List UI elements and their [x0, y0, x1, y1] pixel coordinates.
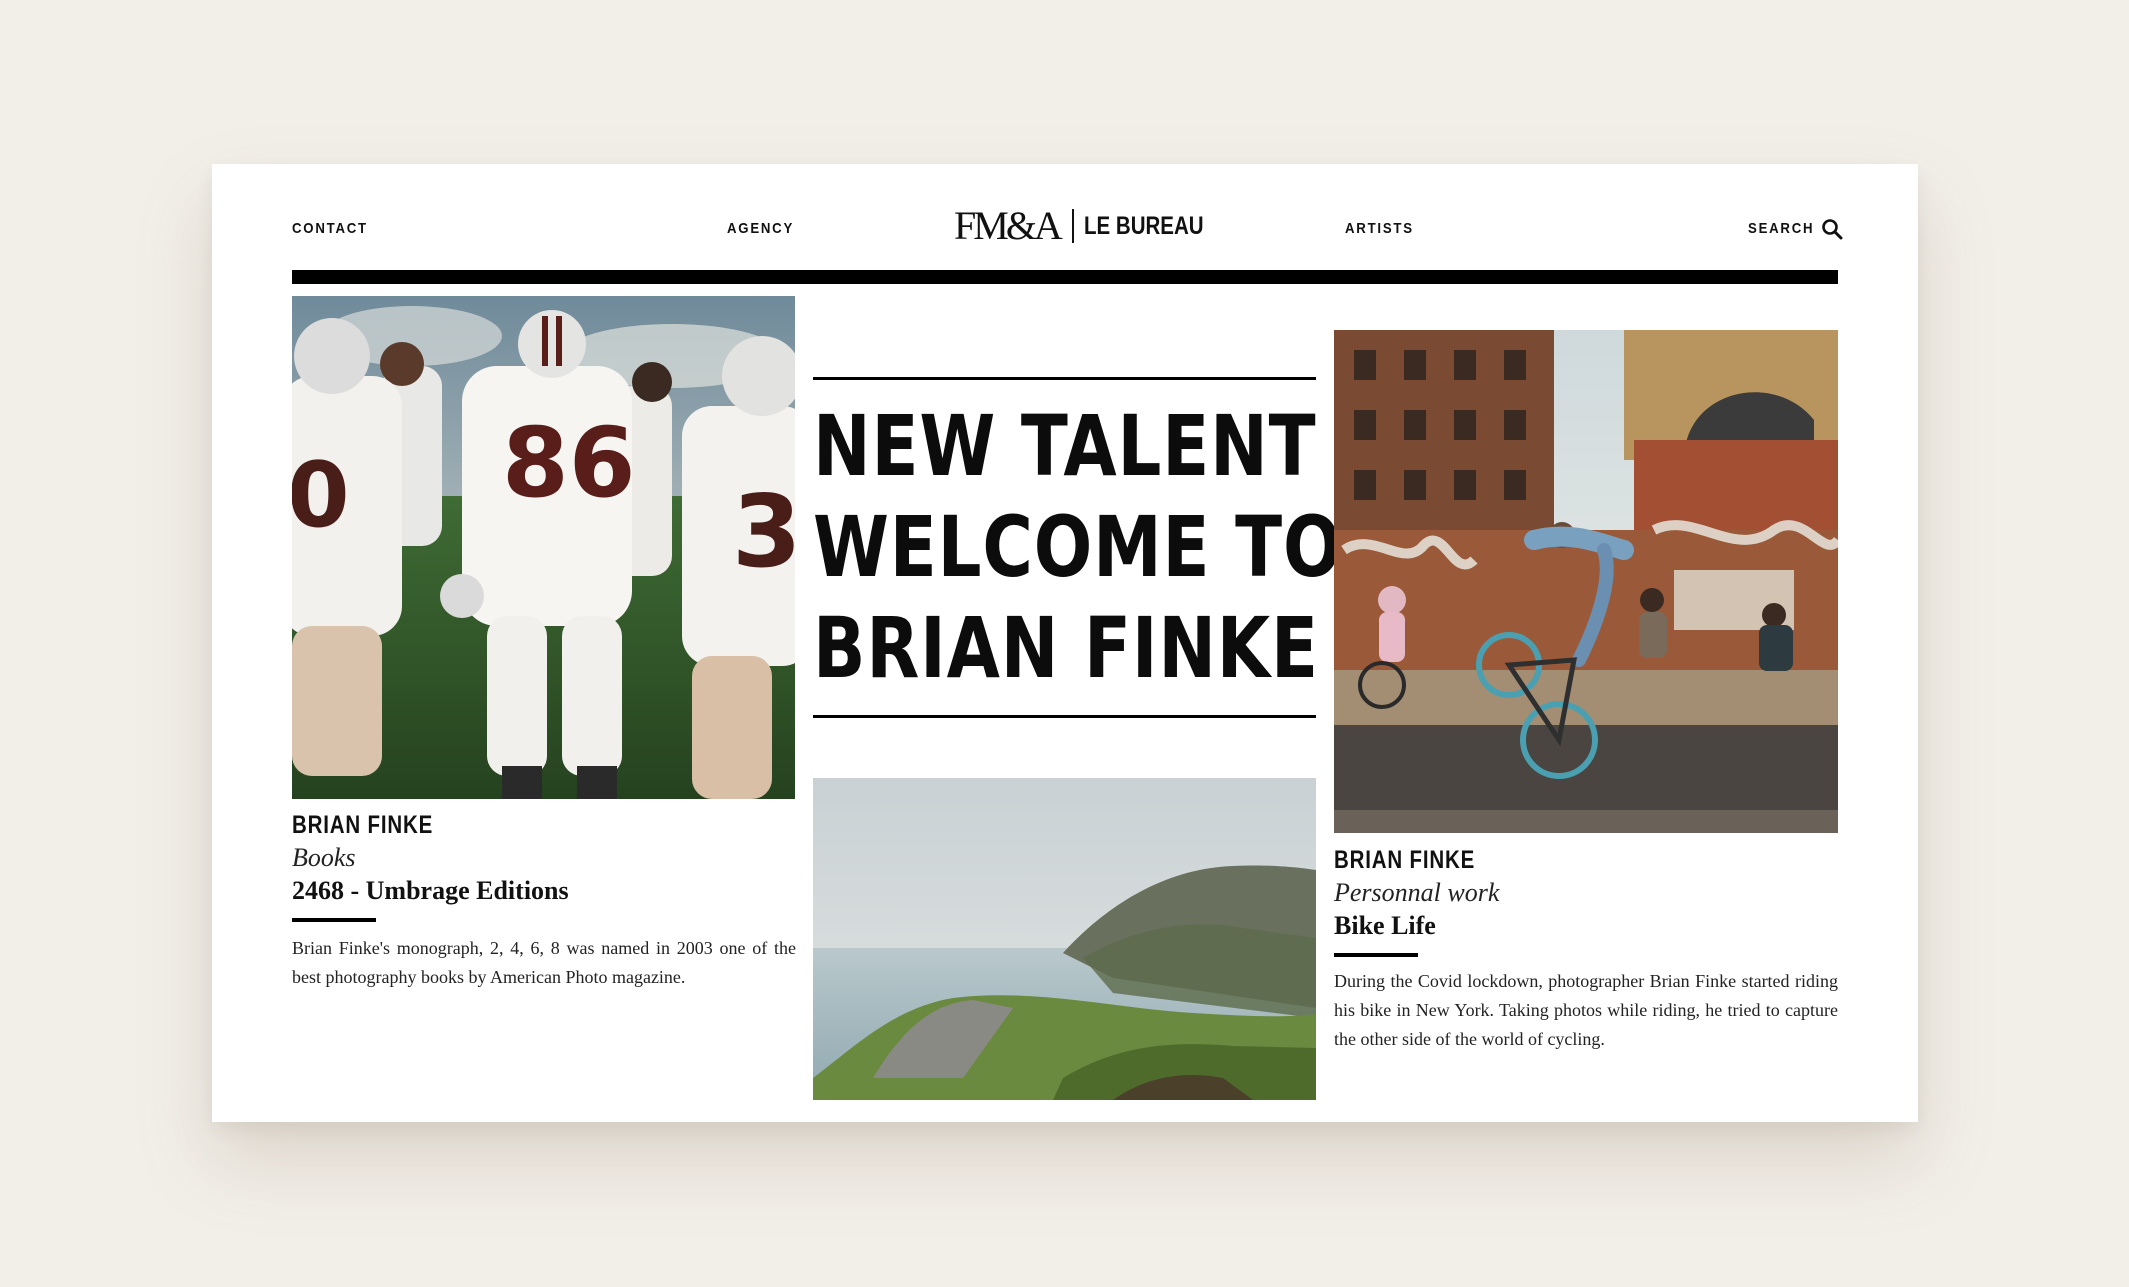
svg-text:3: 3 [732, 473, 795, 590]
right-category: Personnal work [1334, 878, 1500, 907]
left-project-title[interactable]: 2468 - Umbrage Editions [292, 876, 569, 906]
hero-line-3: BRIAN FINKE [813, 599, 1319, 697]
nav-search[interactable]: SEARCH [1748, 218, 1814, 240]
right-description: During the Covid lockdown, photographer … [1334, 971, 1838, 1049]
search-icon[interactable] [1820, 217, 1844, 241]
football-team-photo[interactable]: 0 86 3 [292, 296, 795, 799]
nav-agency[interactable]: AGENCY [727, 218, 794, 240]
logo-divider [1071, 209, 1074, 243]
logo-mark: FM&A [954, 203, 1063, 248]
site-logo[interactable]: FM&A LE BUREAU [954, 204, 1230, 248]
left-description: Brian Finke's monograph, 2, 4, 6, 8 was … [292, 938, 796, 987]
page-card: CONTACT AGENCY FM&A LE BUREAU ARTISTS SE… [212, 164, 1918, 1122]
bike-life-photo[interactable] [1334, 330, 1838, 833]
nav-artists[interactable]: ARTISTS [1345, 218, 1414, 240]
logo-text: LE BUREAU [1083, 211, 1204, 240]
hero-bottom-rule [813, 715, 1316, 718]
hero-line-1: NEW TALENT ! [813, 397, 1374, 495]
hero-line-2: WELCOME TO [813, 498, 1343, 596]
header-rule [292, 270, 1838, 284]
right-project-title[interactable]: Bike Life [1334, 911, 1436, 941]
right-caption-rule [1334, 953, 1418, 957]
coastline-photo[interactable] [813, 778, 1316, 1100]
right-artist-name[interactable]: BRIAN FINKE [1334, 845, 1475, 875]
nav-contact[interactable]: CONTACT [292, 218, 368, 240]
svg-text:0: 0 [292, 443, 350, 548]
hero-headline: NEW TALENT ! WELCOME TO BRIAN FINKE [813, 396, 1374, 699]
left-caption-rule [292, 918, 376, 922]
hero-top-rule [813, 377, 1316, 380]
svg-text:86: 86 [502, 407, 636, 519]
left-artist-name[interactable]: BRIAN FINKE [292, 810, 433, 840]
left-category: Books [292, 843, 356, 872]
